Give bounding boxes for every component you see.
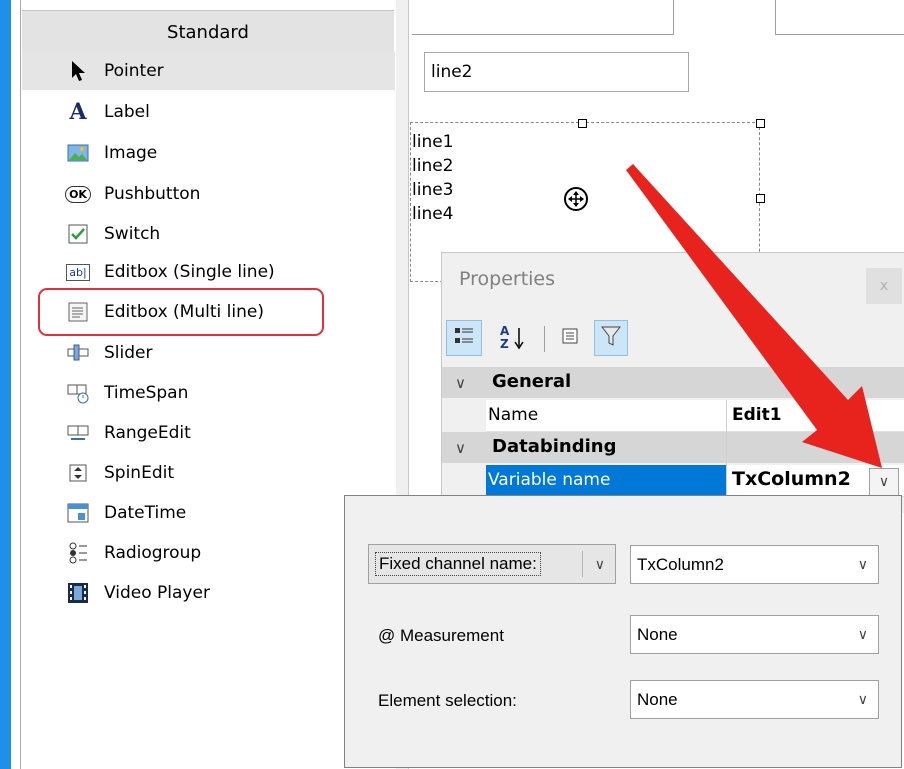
image-icon: [66, 141, 90, 165]
category-label: Databinding: [492, 436, 617, 457]
toolbox-item-label: Radiogroup: [104, 543, 202, 563]
channel-name-value: TxColumn2: [637, 554, 724, 574]
resize-handle[interactable]: [756, 119, 765, 128]
radiogroup-icon: [66, 541, 90, 565]
combo-separator: [582, 551, 583, 577]
move-icon[interactable]: [563, 186, 589, 212]
film-icon: [66, 581, 90, 605]
label-a-icon: A: [69, 99, 87, 125]
toolbox-item-radiogroup[interactable]: Radiogroup: [22, 534, 395, 572]
element-selection-label: Element selection:: [378, 691, 517, 710]
toolbox-item-label: Label: [104, 102, 150, 122]
annotation-arrow: [626, 164, 882, 468]
channel-type-value: Fixed channel name:: [375, 552, 541, 576]
chevron-down-icon: ∨: [857, 691, 868, 707]
chevron-down-icon[interactable]: ∨: [455, 439, 466, 457]
multi-line-text: line2: [412, 156, 454, 176]
measurement-combo[interactable]: None ∨: [630, 615, 879, 654]
property-name: Name: [488, 405, 539, 425]
checkbox-icon: [66, 222, 90, 246]
multi-line-text: line3: [412, 180, 454, 200]
toolbox-item-datetime[interactable]: DateTime: [22, 494, 395, 532]
toolbox-item-label-control[interactable]: A Label: [22, 93, 395, 131]
resize-handle[interactable]: [578, 119, 587, 128]
toolbox-item-switch[interactable]: Switch: [22, 215, 395, 253]
toolbox-item-label: Image: [104, 143, 158, 163]
timespan-icon: [66, 381, 90, 405]
toolbox-border: [20, 0, 21, 769]
single-line-editbox[interactable]: line2: [424, 52, 689, 92]
sort-az-icon: A Z: [500, 325, 524, 351]
chevron-down-icon[interactable]: ∨: [455, 374, 466, 392]
toolbox-item-label: Video Player: [104, 583, 210, 603]
multi-line-text: line1: [412, 132, 454, 152]
toolbox-header[interactable]: Standard: [22, 10, 394, 54]
measurement-value: None: [637, 624, 678, 644]
toolbox-item-label: Slider: [104, 343, 153, 363]
spinedit-icon: [66, 461, 90, 485]
multi-line-text: line4: [412, 204, 454, 224]
toolbox-item-slider[interactable]: Slider: [22, 334, 395, 372]
toolbox-item-label: Pointer: [104, 61, 164, 81]
toolbox-item-pointer[interactable]: Pointer: [22, 52, 395, 90]
ok-button-icon-text: OK: [65, 185, 91, 203]
chevron-down-icon: ∨: [594, 555, 605, 572]
rangeedit-icon: [66, 421, 90, 445]
ok-button-icon: OK: [65, 182, 91, 206]
element-selection-combo[interactable]: None ∨: [630, 680, 879, 719]
toolbox-item-editbox-single[interactable]: ab| Editbox (Single line): [22, 253, 395, 291]
element-selection-value: None: [637, 689, 678, 709]
toolbox-item-label: RangeEdit: [104, 423, 191, 443]
canvas-control[interactable]: [775, 0, 904, 35]
toolbox-item-timespan[interactable]: TimeSpan: [22, 374, 395, 412]
canvas-control[interactable]: [412, 0, 674, 35]
property-pages-button[interactable]: [554, 320, 586, 356]
highlight-annotation: [38, 288, 324, 336]
sort-az-icon-text: A Z: [500, 324, 510, 351]
slider-icon: [66, 341, 90, 365]
pointer-icon: [66, 59, 90, 83]
categorized-icon: [453, 325, 475, 351]
toolbar-separator: [544, 326, 545, 352]
toolbox-item-spinedit[interactable]: SpinEdit: [22, 454, 395, 492]
toolbox-item-label: Switch: [104, 224, 161, 244]
editbox-icon-text: ab|: [66, 263, 90, 281]
chevron-down-icon: ∨: [857, 556, 868, 572]
category-label: General: [492, 371, 572, 392]
channel-name-combo[interactable]: TxColumn2 ∨: [630, 545, 879, 584]
toolbox-item-image[interactable]: Image: [22, 134, 395, 172]
toolbox-item-label: DateTime: [104, 503, 187, 523]
editbox-single-icon: ab|: [66, 260, 90, 284]
window-edge-strip: [0, 0, 11, 769]
datetime-icon: [66, 501, 90, 525]
measurement-label: @ Measurement: [378, 626, 504, 645]
toolbox-item-video-player[interactable]: Video Player: [22, 574, 395, 612]
property-pages-icon: [561, 327, 579, 349]
sort-alphabetical-button[interactable]: A Z: [488, 320, 536, 356]
categorized-view-button[interactable]: [446, 320, 482, 356]
toolbox-item-rangeedit[interactable]: RangeEdit: [22, 414, 395, 452]
toolbox-item-label: SpinEdit: [104, 463, 175, 483]
channel-type-combo[interactable]: Fixed channel name: ∨: [368, 544, 616, 584]
toolbox-item-label: Editbox (Single line): [104, 262, 275, 282]
property-name: Variable name: [488, 470, 611, 490]
toolbox-item-label: Pushbutton: [104, 184, 201, 204]
chevron-down-icon: ∨: [857, 626, 868, 642]
toolbox-item-label: TimeSpan: [104, 383, 189, 403]
toolbox-item-pushbutton[interactable]: OK Pushbutton: [22, 175, 395, 213]
properties-title: Properties: [459, 268, 556, 290]
